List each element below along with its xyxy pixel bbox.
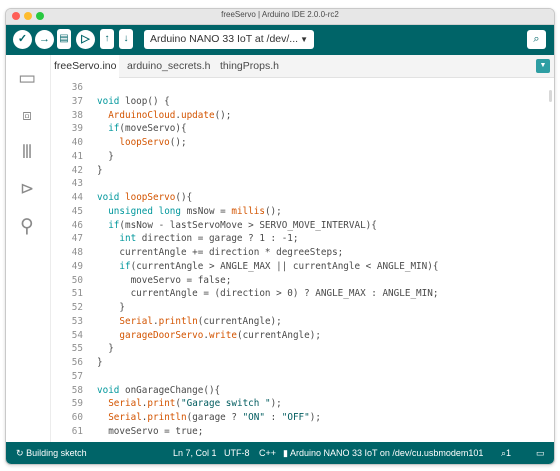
code-text: if(currentAngle > ANGLE_MAX || currentAn… [119,260,439,272]
code-text: ArduinoCloud.update(); [108,109,232,121]
line-number: 42 [71,164,83,176]
tab-arduino-secrets[interactable]: arduino_secrets.h [125,55,212,77]
serial-monitor-button[interactable]: ⌕ [527,30,546,49]
toolbar: ✓ → ▤ ▷ ↑ ↓ Arduino NANO 33 IoT at /dev/… [6,25,554,55]
tab-freeservo[interactable]: freeServo.ino [51,55,120,79]
line-number: 58 [71,384,83,396]
code-text: void onGarageChange(){ [97,384,221,396]
code-text: if(msNow - lastServoMove > SERVO_MOVE_IN… [108,219,377,231]
code-text: currentAngle += direction * degreeSteps; [97,247,344,258]
arrow-up-icon: ↑ [104,33,110,44]
debug-icon[interactable]: ⊳ [14,176,40,202]
board-selector-label: Arduino NANO 33 IoT at /dev/... [150,33,299,45]
code-editor[interactable]: 36 37 void loop() { 38 ArduinoCloud.update(… [51,78,554,442]
title-bar: freeServo | Arduino IDE 2.0.0-rc2 [6,9,554,25]
line-number: 41 [71,150,83,162]
upload-button[interactable]: → [35,30,54,49]
connected-board[interactable]: ▮ Arduino NANO 33 IoT on /dev/cu.usbmode… [283,442,483,464]
window-title: freeServo | Arduino IDE 2.0.0-rc2 [221,10,339,19]
code-text: } [97,164,103,176]
code-text: if(moveServo){ [108,123,187,135]
line-number: 48 [71,247,83,258]
code-text: Serial.println(currentAngle); [119,315,282,327]
library-icon[interactable]: 𝍫 [14,139,40,165]
board-selector[interactable]: Arduino NANO 33 IoT at /dev/... ▼ [144,30,314,49]
line-number: 55 [71,343,83,355]
search-icon[interactable]: ⚲ [14,213,40,239]
code-text: } [97,343,114,355]
line-number: 44 [71,192,83,203]
notifications[interactable]: ⌕1 [501,442,511,464]
serial-monitor-icon: ⌕ [533,33,540,45]
line-number: 59 [71,398,83,410]
board-icon: ▮ [283,448,288,458]
line-number: 37 [71,95,83,107]
line-number: 50 [71,274,83,286]
status-bar: ↻ Building sketch Ln 7, Col 1 UTF-8 C++ … [6,442,554,464]
code-text: void loopServo(){ [97,192,193,203]
line-number: 43 [71,178,83,190]
line-number: 39 [71,123,83,135]
cursor-position[interactable]: Ln 7, Col 1 [173,442,217,464]
verify-button[interactable]: ✓ [13,30,32,49]
chevron-down-icon: ▼ [300,35,308,44]
code-text: Serial.println(garage ? "ON" : "OFF"); [108,412,321,423]
spinner-icon: ↻ [16,448,24,458]
debug-icon: ▷ [81,33,90,45]
code-text: loopServo(); [119,137,187,148]
language-mode[interactable]: C++ [259,442,276,464]
line-number: 56 [71,357,83,368]
file-icon: ▤ [59,33,69,44]
chevron-down-icon: ▼ [539,62,547,69]
code-text: currentAngle = (direction > 0) ? ANGLE_M… [97,288,439,300]
line-number: 49 [71,260,83,272]
arrow-down-icon: ↓ [123,33,129,44]
open-button[interactable]: ↑ [100,29,114,49]
arrow-right-icon: → [39,33,50,45]
code-text: } [97,150,114,162]
check-icon: ✓ [17,33,28,45]
new-sketch-button[interactable]: ▤ [57,29,71,49]
tab-menu-button[interactable]: ▼ [536,59,550,73]
code-text: Serial.print("Garage switch "); [108,398,282,410]
build-status: ↻ Building sketch [16,442,87,464]
line-number: 57 [71,370,83,382]
line-number: 38 [71,109,83,121]
line-number: 47 [71,233,83,245]
board-icon[interactable]: ⧈ [14,102,40,128]
code-text: unsigned long msNow = millis(); [108,205,282,217]
code-text: moveServo = true; [97,425,204,437]
line-number: 52 [71,302,83,313]
folder-icon[interactable]: ▭ [14,65,40,91]
line-number: 46 [71,219,83,231]
connected-board-text: Arduino NANO 33 IoT on /dev/cu.usbmodem1… [289,448,484,458]
code-text: int direction = garage ? 1 : -1; [119,233,299,245]
code-text: void loop() { [97,95,170,107]
encoding[interactable]: UTF-8 [224,442,250,464]
line-number: 60 [71,412,83,423]
sidebar: ▭ ⧈ 𝍫 ⊳ ⚲ [6,55,51,442]
scrollbar[interactable] [549,90,552,102]
line-number: 61 [71,425,83,437]
line-number: 36 [71,82,83,93]
tab-thingprops[interactable]: thingProps.h [218,55,281,77]
code-text: moveServo = false; [97,274,232,286]
code-text: } [97,302,125,313]
line-number: 51 [71,288,83,300]
line-number: 45 [71,205,83,217]
code-text: garageDoorServo.write(currentAngle); [119,329,321,341]
line-number: 53 [71,315,83,327]
panel-toggle-icon[interactable]: ▭ [536,442,545,464]
save-button[interactable]: ↓ [119,29,133,49]
debug-button[interactable]: ▷ [76,30,95,49]
line-number: 54 [71,329,83,341]
notification-count: 1 [506,448,512,458]
arduino-ide-window: freeServo | Arduino IDE 2.0.0-rc2 ✓ → ▤ … [5,8,555,465]
build-status-text: Building sketch [26,448,87,458]
line-number: 40 [71,137,83,148]
editor-tabs: freeServo.ino arduino_secrets.h thingPro… [51,55,554,79]
code-text: } [97,357,103,368]
